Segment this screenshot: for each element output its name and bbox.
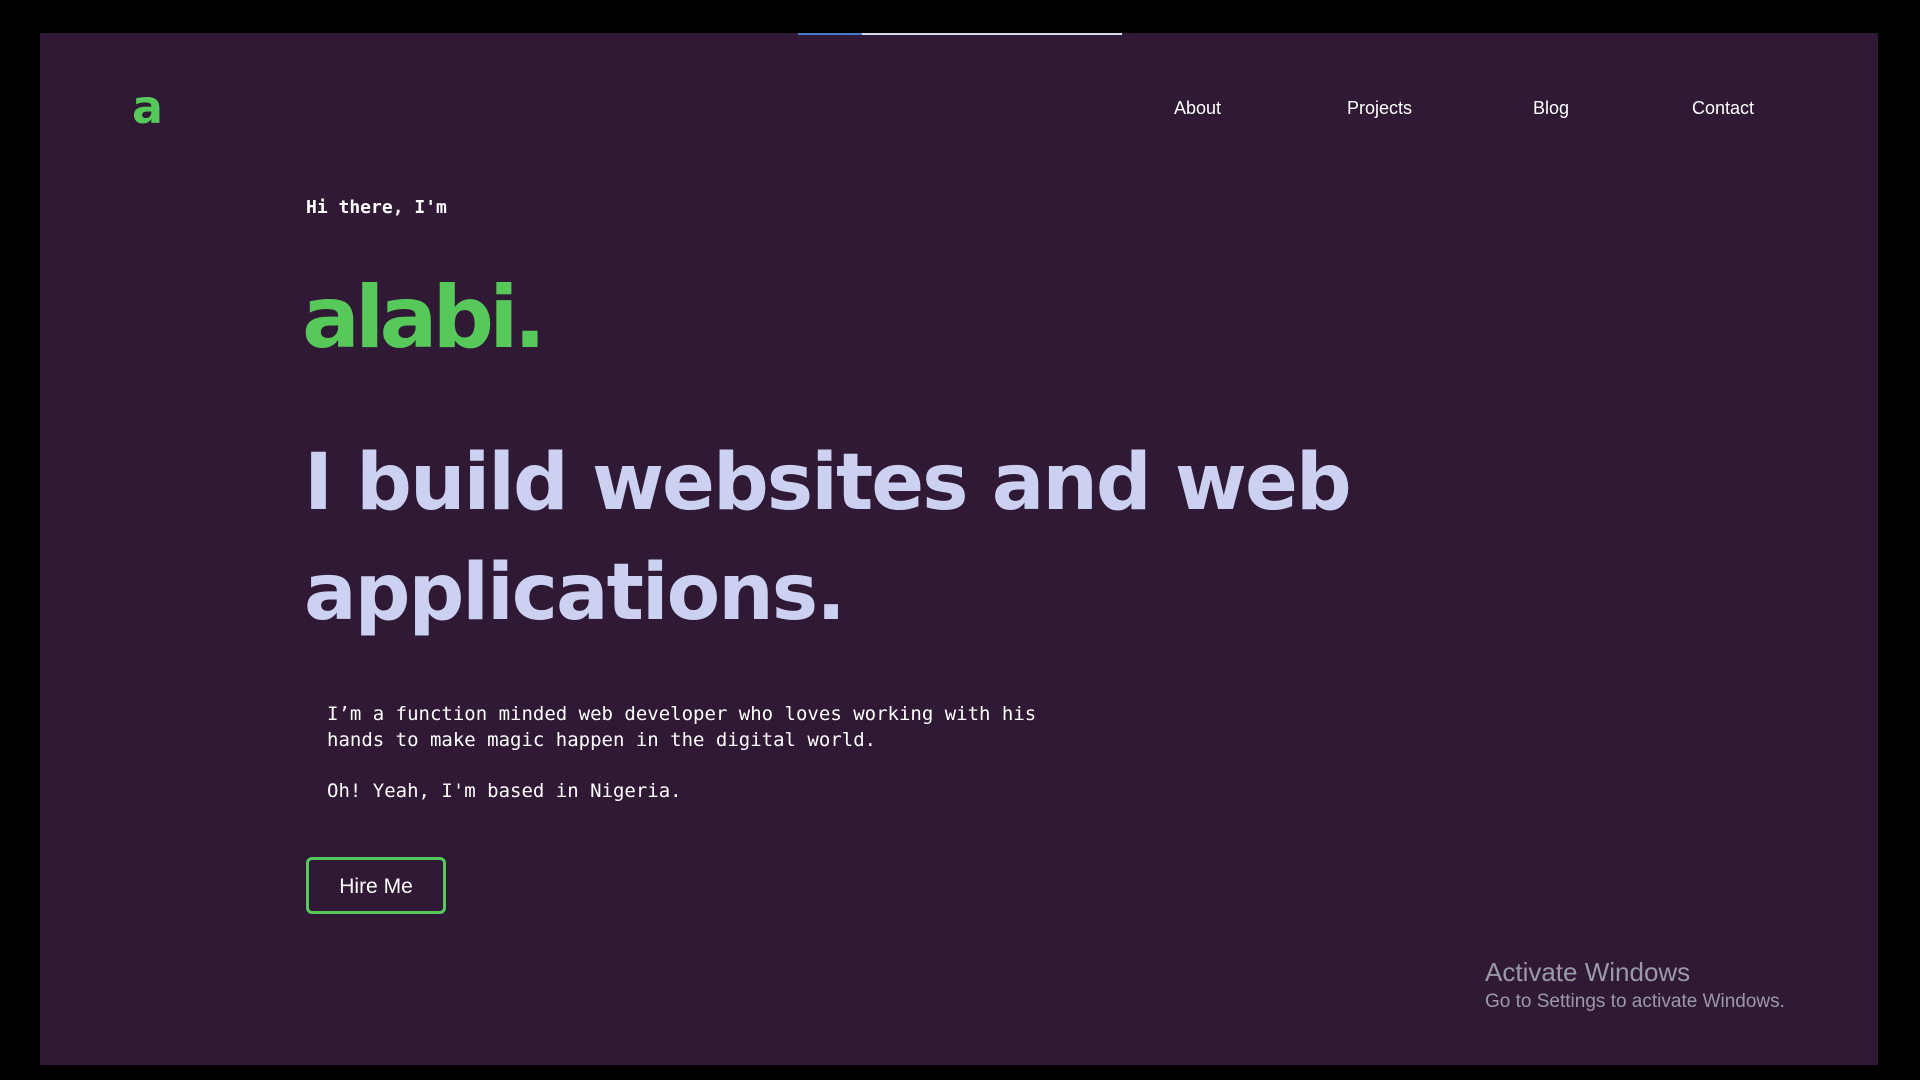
nav-link-projects[interactable]: Projects xyxy=(1347,93,1412,123)
hero-name: alabi. xyxy=(302,268,546,368)
windows-activation-watermark: Activate Windows Go to Settings to activ… xyxy=(1485,955,1785,1015)
hero-greeting: Hi there, I'm xyxy=(306,197,447,218)
nav-link-contact[interactable]: Contact xyxy=(1692,93,1754,123)
browser-viewport: a About Projects Blog Contact Hi there, … xyxy=(40,33,1878,1065)
bio-paragraph-location: Oh! Yeah, I'm based in Nigeria. xyxy=(327,780,682,802)
main-nav: About Projects Blog Contact xyxy=(40,93,1878,123)
watermark-title: Activate Windows xyxy=(1485,957,1691,987)
page-loading-bar xyxy=(798,33,1122,35)
hero-headline: I build websites and web applications. xyxy=(304,438,1352,638)
loading-bar-progress xyxy=(798,33,862,35)
nav-link-blog[interactable]: Blog xyxy=(1533,93,1569,123)
hire-me-button[interactable]: Hire Me xyxy=(306,857,446,914)
hero-bio: I’m a function minded web developer who … xyxy=(327,701,1087,804)
nav-link-about[interactable]: About xyxy=(1174,93,1221,123)
watermark-subtitle: Go to Settings to activate Windows. xyxy=(1485,991,1785,1012)
bio-paragraph-intro: I’m a function minded web developer who … xyxy=(327,703,1037,751)
